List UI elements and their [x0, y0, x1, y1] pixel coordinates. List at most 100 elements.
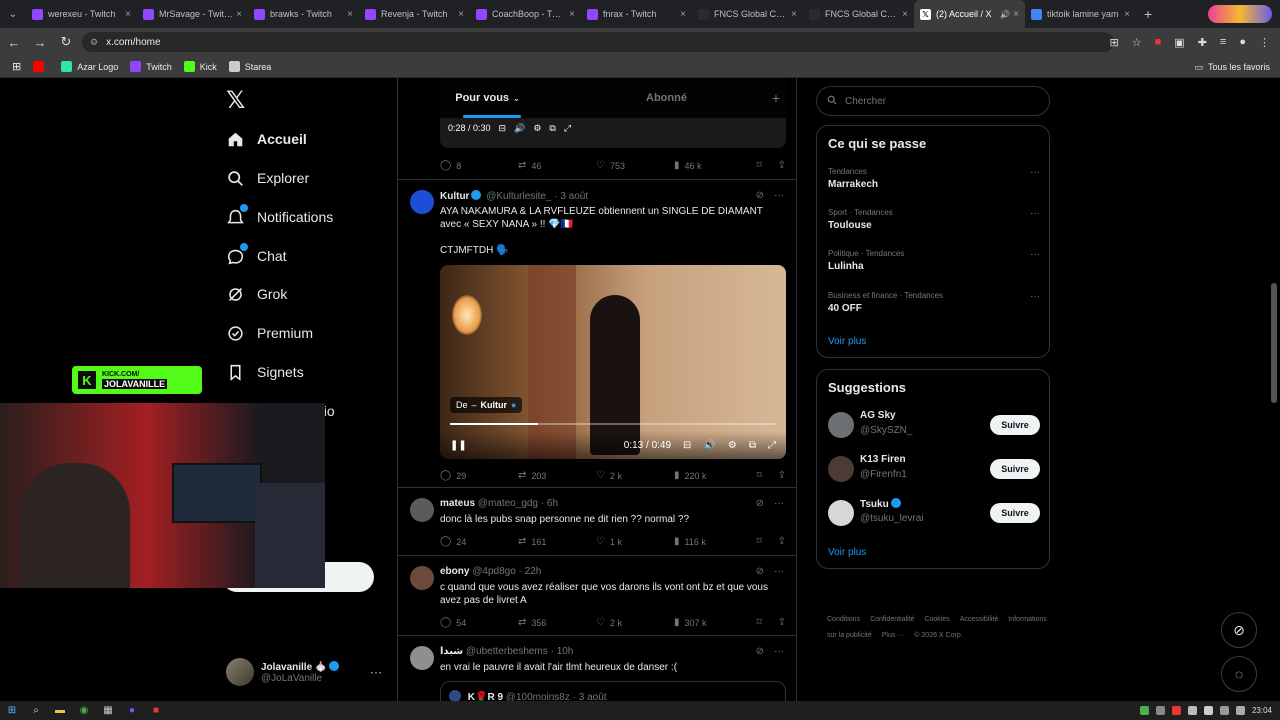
tweet-time[interactable]: 6h [547, 498, 558, 509]
repost-button[interactable]: ⇄ 161 [518, 536, 596, 547]
browser-tab[interactable]: CoachBoop - Twitch × [470, 0, 581, 28]
close-icon[interactable]: × [1124, 9, 1130, 20]
all-bookmarks[interactable]: ▭ Tous les favoris [1194, 56, 1270, 78]
close-icon[interactable]: × [902, 9, 908, 20]
media-icon[interactable]: ≡ [1220, 36, 1226, 48]
settings-icon[interactable]: ⚙ [533, 123, 541, 134]
share-icon[interactable]: ⇪ [778, 470, 786, 481]
tweet-author-name[interactable]: mateus [440, 498, 475, 509]
reply-button[interactable]: ◯ 29 [440, 470, 518, 481]
nav-bookmarks[interactable]: Signets [226, 357, 304, 387]
follow-button[interactable]: Suivre [990, 459, 1040, 479]
tweet-time[interactable]: 22h [525, 566, 542, 577]
close-icon[interactable]: × [347, 9, 353, 20]
browser-tab[interactable]: FNCS Global Cham × [803, 0, 914, 28]
video-progress-bar[interactable] [450, 423, 776, 425]
tweet-time[interactable]: 10h [557, 646, 574, 657]
volume-icon[interactable]: 🔊 [514, 123, 525, 134]
repost-button[interactable]: ⇄ 203 [518, 470, 596, 481]
bookmark-item[interactable]: Kick [183, 61, 217, 72]
app-red-icon[interactable]: ■ [144, 701, 168, 720]
more-icon[interactable]: ··· [774, 190, 784, 201]
browser-tab[interactable]: Revenja - Twitch × [359, 0, 470, 28]
tab-following[interactable]: Abonné [577, 78, 756, 118]
windows-start-icon[interactable]: ⊞ [0, 701, 24, 720]
close-icon[interactable]: × [791, 9, 797, 20]
views-button[interactable]: ▮ 116 k [674, 536, 752, 547]
video-player[interactable]: De – Kultur ● ❚❚ 0:13 / 0:49 ⊟ 🔊 ⚙ ⧉ ⤢ [440, 265, 786, 459]
browser-tab[interactable]: brawks - Twitch × [248, 0, 359, 28]
grok-icon[interactable]: ⊘ [756, 566, 764, 577]
captions-icon[interactable]: ⊟ [499, 123, 507, 134]
nav-explore[interactable]: Explorer [226, 163, 309, 193]
more-icon[interactable]: ··· [1030, 208, 1040, 219]
close-icon[interactable]: × [236, 9, 242, 20]
footer-link[interactable]: © 2026 X Corp. [914, 632, 962, 639]
close-icon[interactable]: × [125, 9, 131, 20]
tab-list-button[interactable]: ⌄ [0, 0, 26, 28]
bookmark-item[interactable] [33, 61, 49, 72]
bookmark-icon[interactable]: ⌑ [756, 536, 761, 547]
messages-fab-icon[interactable]: ◌ [1221, 656, 1257, 692]
site-info-icon[interactable]: ⚙ [90, 37, 98, 48]
menu-icon[interactable]: ⋮ [1259, 36, 1270, 49]
tweet-mateus[interactable]: mateus @mateo_gdg · 6h ⊘ ··· donc là les … [398, 488, 796, 556]
new-tab-button[interactable]: + [1136, 6, 1160, 22]
more-icon[interactable]: ··· [774, 498, 784, 509]
star-icon[interactable]: ☆ [1132, 36, 1142, 49]
page-scrollbar[interactable] [1271, 283, 1277, 403]
grok-icon[interactable]: ⊘ [756, 498, 764, 509]
tweet-author-name[interactable]: ebony [440, 566, 469, 577]
bookmark-icon[interactable]: ⌑ [756, 160, 761, 171]
trend-item[interactable]: Sport · Tendances Toulouse ··· [828, 208, 1040, 231]
grok-icon[interactable]: ⊘ [756, 190, 764, 201]
browser-tab[interactable]: MrSavage - Twitch × [137, 0, 248, 28]
tweet-author-name[interactable]: Kultur [440, 191, 469, 202]
follow-button[interactable]: Suivre [990, 415, 1040, 435]
install-icon[interactable]: ⊞ [1110, 36, 1119, 49]
reload-icon[interactable]: ↻ [54, 28, 78, 56]
tray-app-icon[interactable] [1187, 706, 1197, 715]
avatar[interactable] [410, 190, 434, 214]
share-icon[interactable]: ⇪ [778, 617, 786, 628]
volume-icon[interactable]: 🔊 [703, 440, 715, 451]
close-icon[interactable]: × [680, 9, 686, 20]
tweet-author-name[interactable]: شبدا [440, 646, 463, 657]
suggestion-item[interactable]: K13 Firen @Firenfn1 Suivre [828, 454, 1040, 484]
like-button[interactable]: ♡ 2 k [596, 617, 674, 628]
more-icon[interactable]: ··· [774, 646, 784, 657]
pip-icon[interactable]: ⧉ [749, 440, 756, 451]
bookmark-icon[interactable]: ⌑ [756, 470, 761, 481]
browser-tab[interactable]: werexeu - Twitch × [26, 0, 137, 28]
tweet-author-handle[interactable]: @mateo_gdg [478, 498, 538, 509]
apps-icon[interactable]: ⊞ [12, 60, 21, 73]
close-icon[interactable]: × [569, 9, 575, 20]
browser-tab[interactable]: 𝕏 (2) Accueil / X 🔊 × [914, 0, 1025, 28]
nav-premium[interactable]: Premium [226, 318, 313, 348]
like-button[interactable]: ♡ 753 [596, 160, 674, 171]
volume-icon[interactable] [1235, 706, 1245, 715]
footer-link[interactable]: Accessibilité [960, 616, 999, 623]
tweet-author-handle[interactable]: @ubetterbeshems [466, 646, 548, 657]
x-logo-icon[interactable]: 𝕏 [226, 86, 245, 114]
quoted-tweet[interactable]: K🌹R 9 @100moins8z · 3 août [440, 681, 786, 701]
trend-item[interactable]: Politique · Tendances Lulinha ··· [828, 249, 1040, 272]
more-icon[interactable]: ··· [1030, 291, 1040, 302]
tray-app-icon[interactable] [1155, 706, 1165, 715]
nav-chat[interactable]: Chat [226, 241, 287, 271]
more-icon[interactable]: ··· [1030, 249, 1040, 260]
share-icon[interactable]: ⇪ [778, 536, 786, 547]
like-button[interactable]: ♡ 2 k [596, 470, 674, 481]
tweet-kultur[interactable]: Kultur @Kulturlesite_ · 3 août ⊘ ··· AYA … [398, 180, 796, 488]
grok-icon[interactable]: ⊘ [756, 646, 764, 657]
clock[interactable]: 23:04 [1252, 706, 1272, 715]
terminal-icon[interactable]: ▦ [96, 701, 120, 720]
nav-grok[interactable]: Grok [226, 279, 287, 309]
tab-for-you[interactable]: Pour vous ⌄ [398, 78, 577, 118]
reply-button[interactable]: ◯ 24 [440, 536, 518, 547]
views-button[interactable]: ▮ 307 k [674, 617, 752, 628]
footer-link[interactable]: Conditions [827, 616, 860, 623]
footer-link[interactable]: Confidentialité [870, 616, 914, 623]
footer-link[interactable]: Plus ··· [882, 632, 905, 639]
trend-item[interactable]: Business et finance · Tendances 40 OFF ·… [828, 291, 1040, 314]
